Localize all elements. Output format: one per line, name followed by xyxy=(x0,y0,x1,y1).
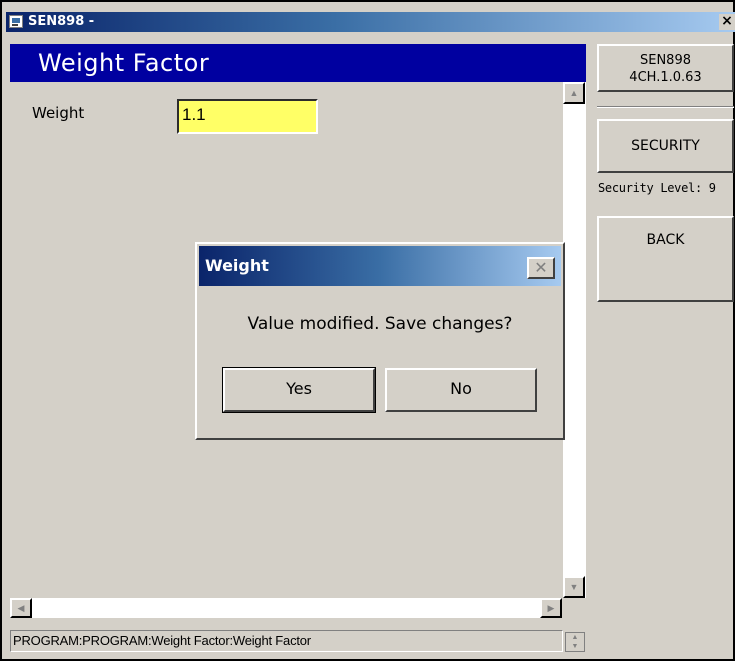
app-icon xyxy=(9,15,23,28)
device-name: SEN898 xyxy=(639,53,691,68)
scroll-down-arrow-icon[interactable]: ▼ xyxy=(563,576,585,598)
device-info: SEN898 4CH.1.0.63 xyxy=(597,44,734,92)
spin-up-icon[interactable]: ▲ xyxy=(566,633,584,642)
security-button[interactable]: SECURITY xyxy=(597,119,734,173)
window-titlebar[interactable]: SEN898 - × xyxy=(6,12,735,32)
scroll-left-arrow-icon[interactable]: ◀ xyxy=(10,598,32,618)
dialog-message: Value modified. Save changes? xyxy=(247,314,513,334)
status-spinner[interactable]: ▲ ▼ xyxy=(565,632,585,652)
scroll-up-arrow-icon[interactable]: ▲ xyxy=(563,82,585,104)
spin-down-icon[interactable]: ▼ xyxy=(566,642,584,651)
horizontal-scrollbar[interactable]: ◀ ▶ xyxy=(10,598,562,618)
dialog-close-icon[interactable]: ✕ xyxy=(527,257,555,279)
no-button[interactable]: No xyxy=(385,368,537,412)
window-close-icon[interactable]: × xyxy=(719,14,735,30)
divider xyxy=(597,106,734,108)
save-changes-dialog: Weight ✕ Value modified. Save changes? Y… xyxy=(195,242,565,440)
back-button-label: BACK xyxy=(646,232,685,248)
back-button[interactable]: BACK xyxy=(597,216,734,302)
scroll-right-arrow-icon[interactable]: ▶ xyxy=(540,598,562,618)
weight-input[interactable]: 1.1 xyxy=(177,99,318,134)
window-title: SEN898 - xyxy=(28,14,95,29)
weight-label: Weight xyxy=(32,104,85,122)
security-level-text: Security Level: 9 xyxy=(598,181,716,195)
scrollbar-corner xyxy=(562,598,586,618)
dialog-titlebar[interactable]: Weight ✕ xyxy=(199,246,561,286)
vertical-scrollbar[interactable]: ▲ ▼ xyxy=(562,82,586,598)
dialog-title: Weight xyxy=(205,256,269,275)
yes-button[interactable]: Yes xyxy=(222,367,376,413)
app-window: SEN898 - × Weight Factor Weight 1.1 ▲ ▼ … xyxy=(0,0,735,661)
device-version: 4CH.1.0.63 xyxy=(629,70,702,85)
status-bar: PROGRAM:PROGRAM:Weight Factor:Weight Fac… xyxy=(10,630,563,652)
page-title: Weight Factor xyxy=(10,44,586,82)
